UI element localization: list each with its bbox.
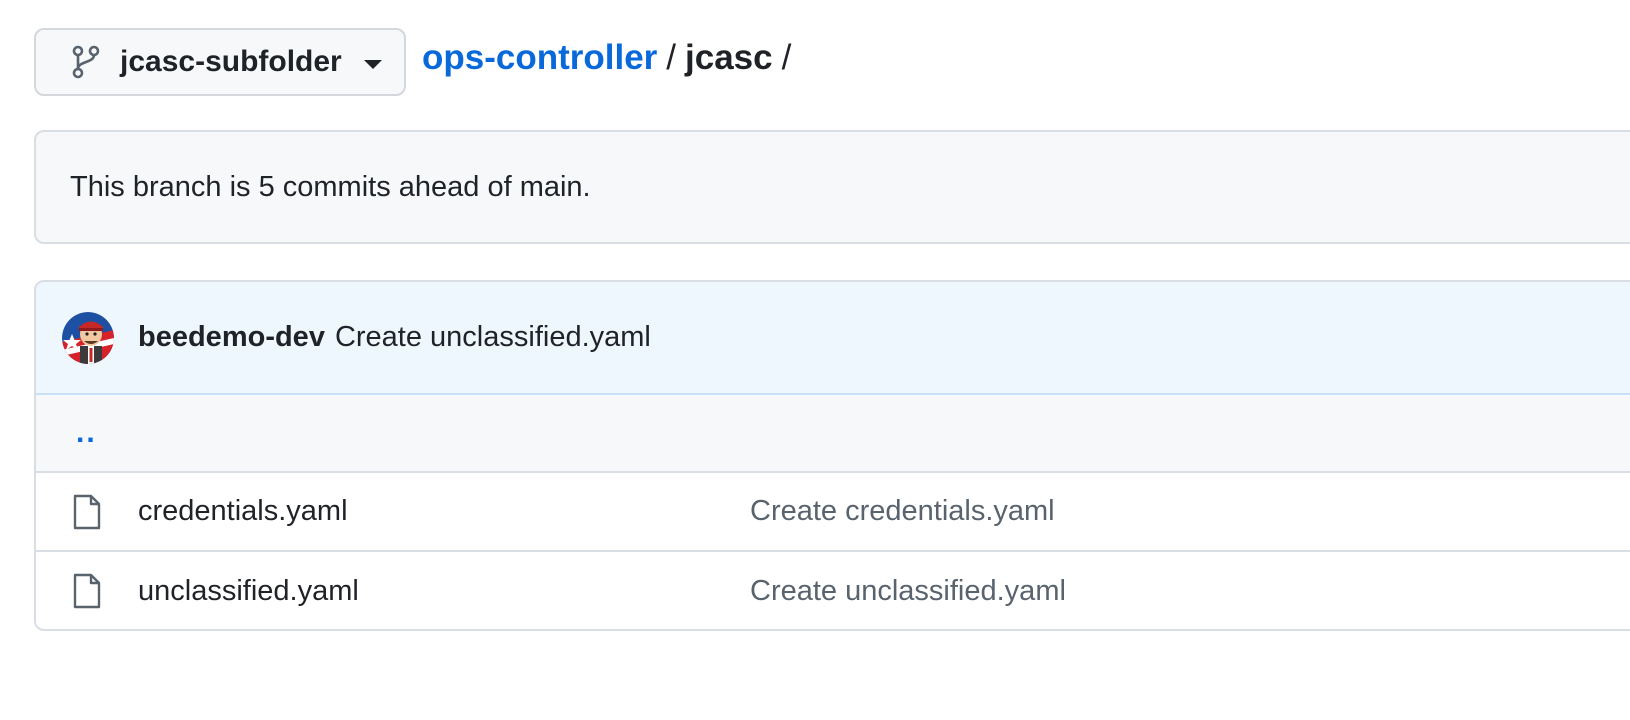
file-icon	[73, 573, 101, 609]
breadcrumb-current-folder: jcasc	[685, 38, 773, 77]
breadcrumb-separator: /	[666, 38, 677, 77]
table-row: unclassified.yaml Create unclassified.ya…	[36, 552, 1630, 629]
commit-author-link[interactable]: beedemo-dev	[138, 321, 325, 354]
branch-name: jcasc-subfolder	[120, 45, 342, 78]
breadcrumb: ops-controller / jcasc /	[422, 38, 800, 78]
branch-select-button[interactable]: jcasc-subfolder	[34, 28, 406, 96]
file-name-link[interactable]: credentials.yaml	[138, 495, 348, 528]
branch-ahead-text: This branch is 5 commits ahead of main.	[70, 170, 591, 203]
latest-commit-header: beedemo-dev Create unclassified.yaml	[36, 282, 1630, 395]
breadcrumb-repo-link[interactable]: ops-controller	[422, 38, 657, 78]
chevron-down-icon	[363, 59, 382, 69]
parent-directory-link[interactable]: ..	[76, 416, 97, 450]
file-list-box: beedemo-dev Create unclassified.yaml .. …	[34, 280, 1630, 631]
table-row: credentials.yaml Create credentials.yaml	[36, 473, 1630, 552]
parent-directory-row[interactable]: ..	[36, 395, 1630, 473]
git-branch-icon	[72, 45, 100, 79]
repo-folder-page: jcasc-subfolder ops-controller / jcasc /…	[0, 0, 1630, 720]
file-commit-message-link[interactable]: Create unclassified.yaml	[750, 575, 1066, 608]
file-commit-message-link[interactable]: Create credentials.yaml	[750, 495, 1055, 528]
branch-ahead-notice: This branch is 5 commits ahead of main.	[34, 130, 1630, 244]
avatar[interactable]	[62, 311, 114, 364]
file-name-link[interactable]: unclassified.yaml	[138, 575, 359, 608]
commit-message-link[interactable]: Create unclassified.yaml	[335, 321, 651, 354]
file-icon	[73, 494, 101, 530]
breadcrumb-trailing-separator: /	[781, 38, 792, 77]
